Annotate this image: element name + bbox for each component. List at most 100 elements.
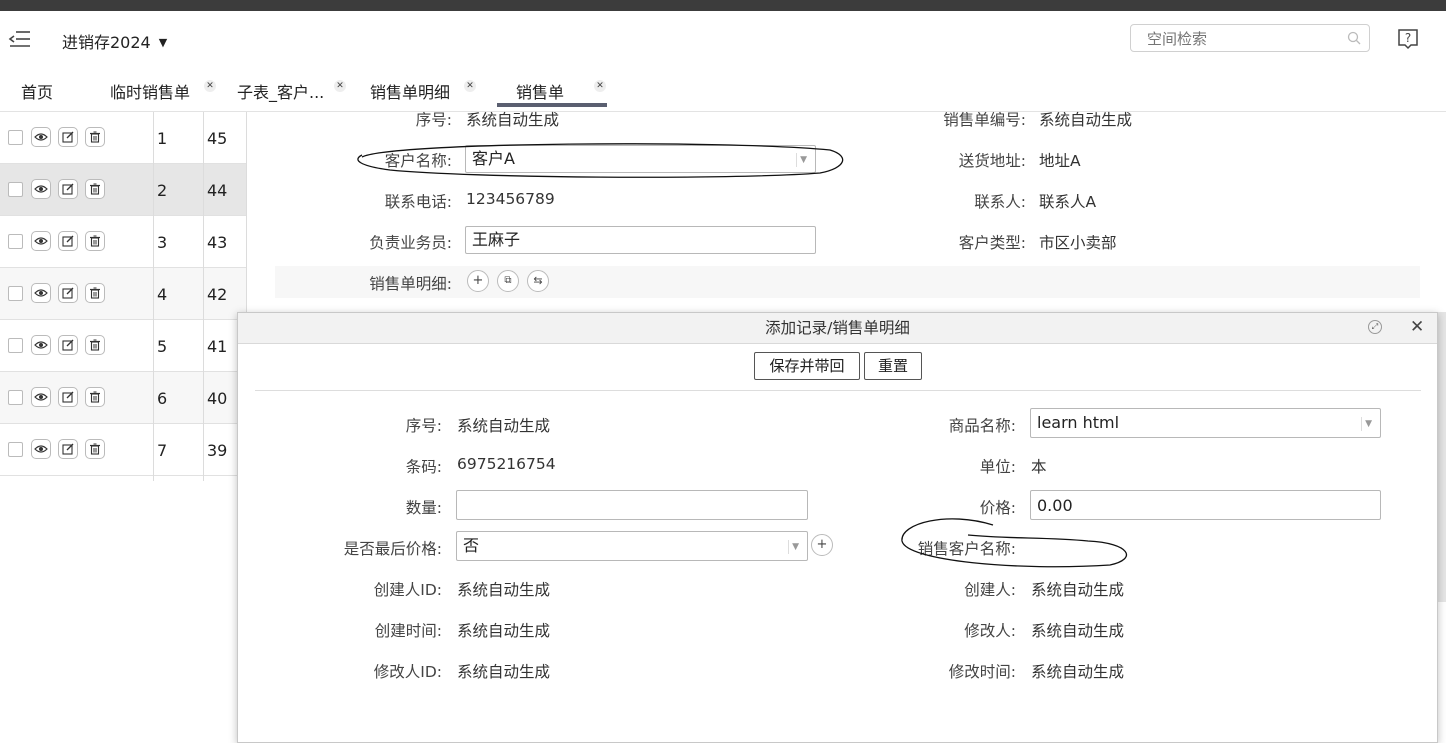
delete-icon[interactable] (85, 179, 105, 199)
tab-sales-order[interactable]: 销售单 (516, 79, 564, 103)
tab-home[interactable]: 首页 (21, 79, 53, 103)
view-icon[interactable] (31, 231, 51, 251)
delete-icon[interactable] (85, 127, 105, 147)
swap-detail-icon[interactable]: ⇆ (527, 270, 549, 292)
seq-label: 序号: (415, 111, 452, 129)
tab-sales-detail[interactable]: 销售单明细 (370, 79, 450, 103)
delete-icon[interactable] (85, 335, 105, 355)
product-label: 商品名称: (948, 417, 1016, 435)
close-icon[interactable]: ✕ (1410, 317, 1424, 337)
product-select[interactable]: learn html ▼ (1030, 408, 1381, 438)
view-icon[interactable] (31, 283, 51, 303)
edit-icon[interactable] (58, 387, 78, 407)
tab-bar: 首页 临时销售单 ✕ 子表_客户... ✕ 销售单明细 ✕ 销售单 ✕ (0, 67, 1446, 112)
dialog-divider (255, 390, 1421, 391)
row-checkbox[interactable] (8, 234, 23, 249)
tab-subtable-customer[interactable]: 子表_客户... (237, 79, 324, 103)
last-price-label: 是否最后价格: (343, 540, 442, 558)
edit-icon[interactable] (58, 439, 78, 459)
row-checkbox[interactable] (8, 286, 23, 301)
edit-icon[interactable] (58, 127, 78, 147)
column-divider (203, 112, 204, 481)
salesman-label: 负责业务员: (369, 234, 452, 252)
barcode-value: 6975216754 (457, 455, 556, 473)
table-row[interactable]: 7 39 (0, 424, 247, 476)
contact-label: 联系人: (974, 193, 1026, 211)
row-checkbox[interactable] (8, 338, 23, 353)
delete-icon[interactable] (85, 387, 105, 407)
help-icon[interactable]: ? (1396, 27, 1420, 51)
add-option-icon[interactable]: + (811, 534, 833, 556)
salesman-field[interactable]: 王麻子 (465, 226, 816, 254)
view-icon[interactable] (31, 127, 51, 147)
contact-value: 联系人A (1039, 193, 1097, 211)
row-value: 39 (207, 441, 228, 460)
edit-icon[interactable] (58, 283, 78, 303)
row-checkbox[interactable] (8, 130, 23, 145)
view-icon[interactable] (31, 179, 51, 199)
space-search[interactable] (1130, 24, 1370, 52)
save-and-return-button[interactable]: 保存并带回 (754, 352, 860, 380)
dropdown-arrow-icon[interactable]: ▼ (1361, 417, 1372, 431)
reset-button[interactable]: 重置 (864, 352, 922, 380)
row-value: 43 (207, 233, 228, 252)
table-row[interactable]: 4 42 (0, 268, 247, 320)
view-icon[interactable] (31, 335, 51, 355)
copy-detail-icon[interactable]: ⧉ (497, 270, 519, 292)
row-checkbox[interactable] (8, 390, 23, 405)
add-detail-icon[interactable]: + (467, 270, 489, 292)
table-row[interactable]: 6 40 (0, 372, 247, 424)
tab-temp-sales[interactable]: 临时销售单 (110, 79, 190, 103)
dlg-seq-label: 序号: (405, 417, 442, 435)
app-switcher[interactable]: 进销存2024 ▼ (62, 29, 167, 53)
annotation-ellipse (357, 143, 844, 178)
tab-close-icon[interactable]: ✕ (334, 80, 346, 92)
row-value: 42 (207, 285, 228, 304)
cust-type-value: 市区小卖部 (1039, 234, 1117, 252)
row-number: 7 (157, 441, 168, 460)
qty-label: 数量: (405, 499, 442, 517)
tab-close-icon[interactable]: ✕ (204, 80, 216, 92)
tab-close-icon[interactable]: ✕ (594, 80, 606, 92)
view-icon[interactable] (31, 387, 51, 407)
restore-icon[interactable]: ⤢ (1368, 320, 1382, 334)
order-no-label: 销售单编号: (943, 111, 1026, 129)
barcode-label: 条码: (405, 458, 442, 476)
search-icon[interactable] (1347, 31, 1361, 45)
salesman-value: 王麻子 (472, 230, 521, 249)
row-value: 44 (207, 181, 228, 200)
modifier-id-value: 系统自动生成 (457, 663, 551, 681)
delete-icon[interactable] (85, 283, 105, 303)
collapse-menu-icon[interactable] (8, 28, 32, 50)
delete-icon[interactable] (85, 231, 105, 251)
view-icon[interactable] (31, 439, 51, 459)
edit-icon[interactable] (58, 335, 78, 355)
row-number: 4 (157, 285, 168, 304)
unit-value: 本 (1031, 458, 1047, 476)
table-row[interactable]: 5 41 (0, 320, 247, 372)
row-checkbox[interactable] (8, 442, 23, 457)
column-divider (153, 112, 154, 481)
edit-icon[interactable] (58, 179, 78, 199)
add-record-dialog: 添加记录/销售单明细 ⤢ ✕ 保存并带回 重置 序号: 系统自动生成 商品名称:… (237, 312, 1438, 743)
table-row[interactable]: 1 45 (0, 112, 247, 164)
delete-icon[interactable] (85, 439, 105, 459)
app-title: 进销存2024 (62, 33, 151, 52)
row-checkbox[interactable] (8, 182, 23, 197)
qty-input[interactable] (456, 490, 808, 520)
table-row[interactable]: 2 44 (0, 164, 247, 216)
unit-label: 单位: (979, 458, 1016, 476)
create-time-value: 系统自动生成 (457, 622, 551, 640)
dropdown-arrow-icon[interactable]: ▼ (788, 540, 799, 554)
tab-close-icon[interactable]: ✕ (464, 80, 476, 92)
last-price-value: 否 (463, 536, 480, 555)
active-tab-indicator (497, 103, 607, 107)
detail-label: 销售单明细: (369, 275, 452, 293)
window-top-bar (0, 0, 1446, 11)
last-price-select[interactable]: 否 ▼ (456, 531, 808, 561)
modifier-label: 修改人: (964, 622, 1016, 640)
search-input[interactable] (1145, 26, 1349, 52)
table-row[interactable]: 3 43 (0, 216, 247, 268)
edit-icon[interactable] (58, 231, 78, 251)
creator-value: 系统自动生成 (1031, 581, 1125, 599)
